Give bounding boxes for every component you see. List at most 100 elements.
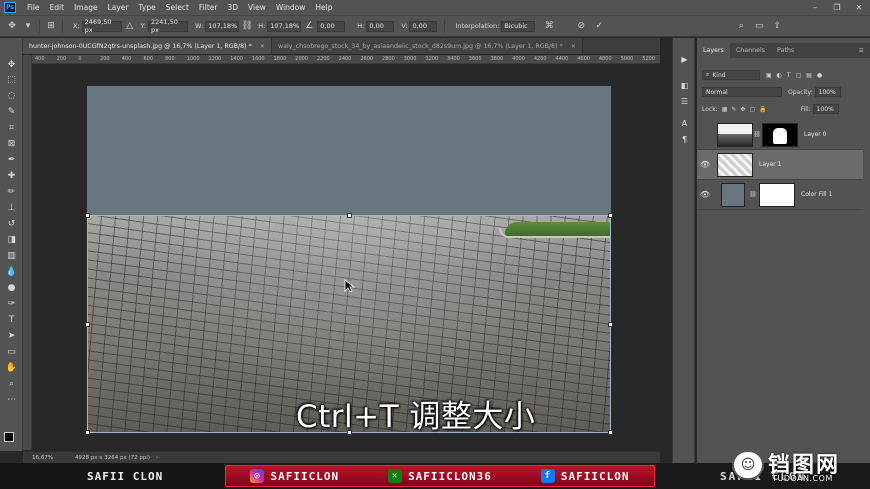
- pen-tool-icon[interactable]: ✑: [5, 297, 18, 310]
- hand-tool-icon[interactable]: ✋: [5, 361, 18, 374]
- layer-mask-thumbnail[interactable]: [762, 122, 798, 147]
- layer-row-selected[interactable]: 👁 Layer 1: [697, 150, 863, 180]
- zoom-tool-icon[interactable]: ⌕: [5, 377, 18, 390]
- close-tab-icon[interactable]: ×: [260, 43, 265, 50]
- fill-field[interactable]: 100%: [812, 104, 839, 114]
- blur-tool-icon[interactable]: 💧: [5, 265, 18, 278]
- x-position-field[interactable]: 2469,50 px: [81, 18, 122, 34]
- gradient-tool-icon[interactable]: ▥: [5, 249, 18, 262]
- adjustments-panel-icon[interactable]: ☰: [679, 96, 690, 107]
- color-fill-thumbnail[interactable]: [721, 182, 745, 207]
- status-menu-arrow-icon[interactable]: ›: [156, 455, 158, 461]
- filter-toggle-icon[interactable]: ●: [817, 72, 822, 79]
- transform-handle-top-right[interactable]: [608, 213, 613, 218]
- marquee-tool-icon[interactable]: ⬚: [5, 73, 18, 86]
- delta-icon[interactable]: △: [124, 20, 136, 32]
- paragraph-panel-icon[interactable]: ¶: [679, 134, 690, 145]
- character-panel-icon[interactable]: A: [679, 118, 690, 129]
- path-selection-tool-icon[interactable]: ➤: [5, 329, 18, 342]
- history-brush-tool-icon[interactable]: ↺: [5, 217, 18, 230]
- link-icon[interactable]: ⛓: [241, 20, 253, 32]
- cancel-transform-icon[interactable]: ⊘: [575, 20, 587, 32]
- menu-select[interactable]: Select: [161, 3, 194, 12]
- layer-row[interactable]: ⛓ Layer 0: [697, 120, 863, 150]
- more-tools-icon[interactable]: ⋯: [5, 393, 18, 406]
- opacity-field[interactable]: 100%: [814, 87, 841, 97]
- layer-name[interactable]: Color Fill 1: [801, 191, 832, 198]
- lock-all-icon[interactable]: 🔒: [759, 106, 766, 113]
- quick-selection-tool-icon[interactable]: ✎: [5, 105, 18, 118]
- tab-channels[interactable]: Channels: [730, 43, 771, 58]
- document-tab[interactable]: waly_chsobrego_stock_34_by_asiaandeiic_s…: [272, 38, 583, 54]
- share-icon[interactable]: ⇪: [771, 20, 783, 32]
- layer-filter-search[interactable]: ⌕ Kind: [702, 70, 760, 80]
- transform-handle-bottom-left[interactable]: [85, 430, 90, 435]
- document-tab-active[interactable]: hunter-johnson-0UCGfN2qtrs-unsplash.jpg …: [23, 38, 272, 54]
- vertical-ruler[interactable]: [23, 55, 32, 450]
- commit-transform-icon[interactable]: ✓: [593, 20, 605, 32]
- move-tool-icon[interactable]: ✥: [5, 58, 18, 71]
- panel-menu-icon[interactable]: ≡: [859, 47, 864, 54]
- lasso-tool-icon[interactable]: ◌: [5, 89, 18, 102]
- layer-mask-thumbnail[interactable]: [759, 182, 795, 207]
- brush-tool-icon[interactable]: ✏: [5, 185, 18, 198]
- minimize-icon[interactable]: –: [804, 0, 826, 15]
- width-percent-field[interactable]: 107,18%: [205, 20, 240, 32]
- transform-handle-bottom-right[interactable]: [608, 430, 613, 435]
- reference-point-icon[interactable]: ⊞: [45, 20, 57, 32]
- maximize-icon[interactable]: ❐: [826, 0, 848, 15]
- transform-handle-top[interactable]: [347, 213, 352, 218]
- rectangle-tool-icon[interactable]: ▭: [5, 345, 18, 358]
- menu-3d[interactable]: 3D: [222, 3, 243, 12]
- dropdown-arrow-icon[interactable]: ▾: [22, 20, 34, 32]
- foreground-color-swatch[interactable]: [4, 432, 14, 442]
- crop-tool-icon[interactable]: ⌗: [5, 121, 18, 134]
- vertical-skew-field[interactable]: 0,00: [409, 20, 438, 32]
- lock-position-icon[interactable]: ✥: [740, 106, 745, 113]
- zoom-level[interactable]: 16,67%: [32, 455, 53, 461]
- menu-help[interactable]: Help: [310, 3, 337, 12]
- eyedropper-tool-icon[interactable]: ✒: [5, 153, 18, 166]
- frame-tool-icon[interactable]: ⊠: [5, 137, 18, 150]
- warp-mode-icon[interactable]: ⌘: [543, 20, 555, 32]
- tab-paths[interactable]: Paths: [771, 43, 800, 58]
- eye-icon[interactable]: 👁: [697, 190, 713, 199]
- layer-name[interactable]: Layer 1: [759, 161, 781, 168]
- layer-row[interactable]: 👁 ⛓ Color Fill 1: [697, 180, 863, 210]
- menu-window[interactable]: Window: [271, 3, 311, 12]
- transform-handle-top-left[interactable]: [85, 213, 90, 218]
- menu-layer[interactable]: Layer: [103, 3, 134, 12]
- eye-icon[interactable]: 👁: [697, 160, 713, 169]
- y-position-field[interactable]: 2241,50 px: [147, 18, 188, 34]
- lock-transparent-icon[interactable]: ▦: [722, 106, 728, 113]
- move-tool-preset-icon[interactable]: ✥: [6, 20, 18, 32]
- transform-handle-left[interactable]: [85, 322, 90, 327]
- properties-panel-icon[interactable]: ◧: [679, 80, 690, 91]
- angle-field[interactable]: 0,00: [317, 20, 346, 32]
- clone-stamp-tool-icon[interactable]: ⊥: [5, 201, 18, 214]
- menu-file[interactable]: File: [22, 3, 45, 12]
- filter-smart-object-icon[interactable]: ▤: [806, 72, 812, 79]
- lock-pixels-icon[interactable]: ✎: [731, 106, 736, 113]
- history-panel-icon[interactable]: ▶: [679, 54, 690, 65]
- horizontal-ruler[interactable]: 400 200 0 200 400 600 800 1000 1200 1400 1600 1800 2…: [31, 55, 660, 64]
- menu-view[interactable]: View: [243, 3, 271, 12]
- tab-layers[interactable]: Layers: [697, 43, 730, 58]
- eraser-tool-icon[interactable]: ◨: [5, 233, 18, 246]
- filter-shape-icon[interactable]: ▢: [796, 72, 802, 79]
- dodge-tool-icon[interactable]: ●: [5, 281, 18, 294]
- healing-brush-tool-icon[interactable]: ✚: [5, 169, 18, 182]
- close-window-icon[interactable]: ✕: [848, 0, 870, 15]
- filter-type-icon[interactable]: T: [787, 72, 791, 79]
- menu-type[interactable]: Type: [134, 3, 161, 12]
- horizontal-skew-field[interactable]: 0,00: [366, 20, 395, 32]
- menu-edit[interactable]: Edit: [45, 3, 70, 12]
- interpolation-select[interactable]: Bicubic: [501, 20, 536, 32]
- workspace-icon[interactable]: ▭: [753, 20, 765, 32]
- blend-mode-select[interactable]: Normal: [702, 87, 782, 97]
- layer-name[interactable]: Layer 0: [804, 131, 826, 138]
- menu-image[interactable]: Image: [69, 3, 103, 12]
- search-icon[interactable]: ⌕: [735, 20, 747, 32]
- photoshop-logo-icon[interactable]: Ps: [4, 2, 16, 13]
- close-tab-icon[interactable]: ×: [571, 43, 576, 50]
